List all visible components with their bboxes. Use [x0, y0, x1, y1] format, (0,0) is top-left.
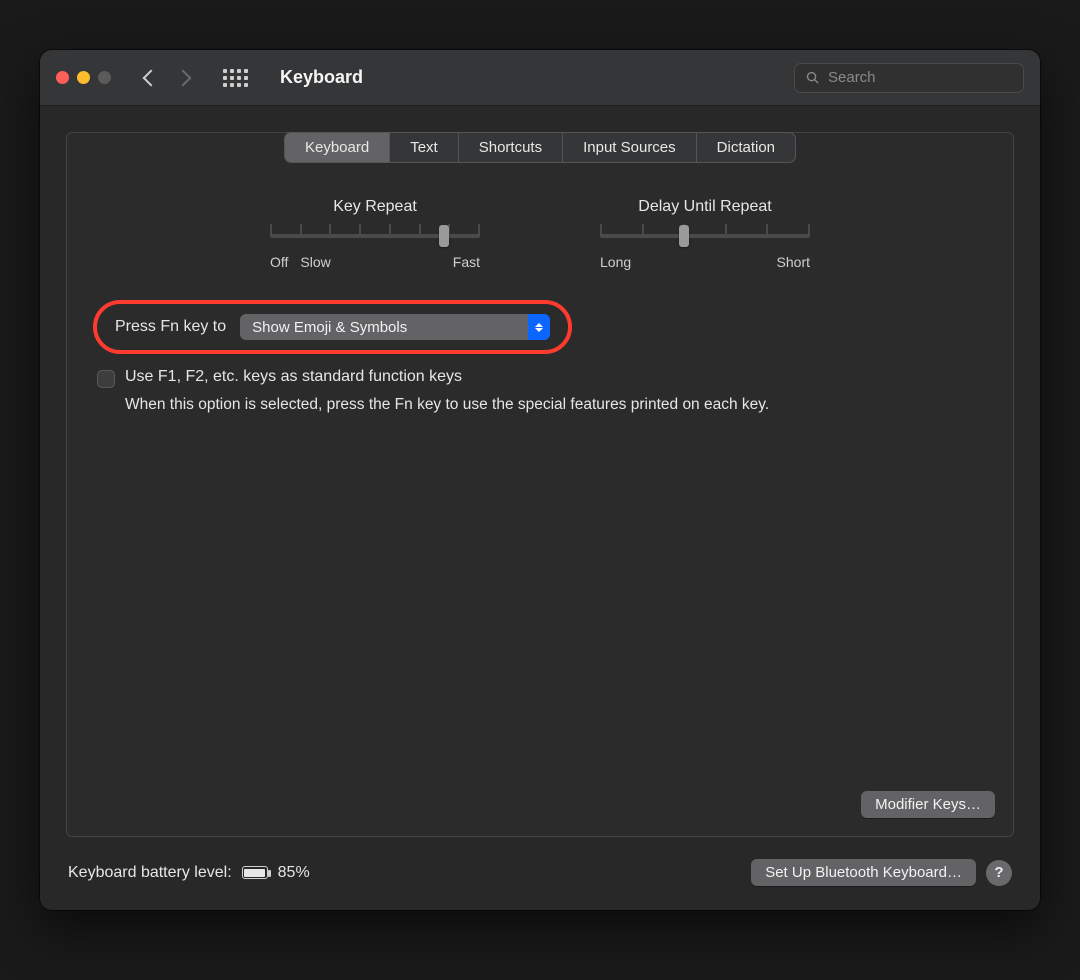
function-keys-option: Use F1, F2, etc. keys as standard functi… [97, 368, 983, 388]
battery-percent: 85% [278, 864, 310, 882]
settings-panel: Keyboard Text Shortcuts Input Sources Di… [66, 132, 1014, 837]
footer: Keyboard battery level: 85% Set Up Bluet… [66, 837, 1014, 890]
delay-long-label: Long [600, 254, 631, 270]
search-field[interactable] [794, 63, 1024, 93]
minimize-icon[interactable] [77, 71, 90, 84]
key-repeat-fast-label: Fast [453, 254, 480, 270]
key-repeat-edge-labels: Off Slow Fast [270, 254, 480, 270]
battery-label: Keyboard battery level: [68, 864, 232, 882]
back-icon[interactable] [143, 69, 160, 86]
search-icon [805, 70, 820, 85]
delay-edge-labels: Long Short [600, 254, 810, 270]
preferences-window: Keyboard Keyboard Text Shortcuts Input S… [40, 50, 1040, 910]
traffic-lights [56, 71, 111, 84]
window-body: Keyboard Text Shortcuts Input Sources Di… [40, 106, 1040, 910]
fn-key-setting-highlight: Press Fn key to Show Emoji & Symbols [93, 300, 572, 354]
tab-shortcuts[interactable]: Shortcuts [459, 133, 563, 162]
function-keys-description: When this option is selected, press the … [125, 394, 885, 416]
delay-repeat-slider[interactable] [600, 226, 810, 246]
all-prefs-icon[interactable] [223, 69, 248, 87]
modifier-keys-button[interactable]: Modifier Keys… [861, 791, 995, 818]
key-repeat-slider[interactable] [270, 226, 480, 246]
fn-key-popup[interactable]: Show Emoji & Symbols [240, 314, 550, 340]
key-repeat-off-label: Off [270, 254, 288, 270]
battery-icon [242, 866, 268, 879]
tab-dictation[interactable]: Dictation [697, 133, 795, 162]
function-keys-checkbox[interactable] [97, 370, 115, 388]
titlebar: Keyboard [40, 50, 1040, 106]
sliders-row: Key Repeat Off Slow Fast [85, 198, 995, 270]
search-input[interactable] [828, 69, 1027, 86]
tab-keyboard[interactable]: Keyboard [285, 133, 390, 162]
tab-input-sources[interactable]: Input Sources [563, 133, 697, 162]
setup-bluetooth-button[interactable]: Set Up Bluetooth Keyboard… [751, 859, 976, 886]
key-repeat-group: Key Repeat Off Slow Fast [270, 198, 480, 270]
zoom-icon [98, 71, 111, 84]
key-repeat-knob[interactable] [439, 225, 449, 247]
delay-repeat-group: Delay Until Repeat Long Short [600, 198, 810, 270]
popup-chevron-icon [528, 314, 550, 340]
close-icon[interactable] [56, 71, 69, 84]
delay-repeat-label: Delay Until Repeat [638, 198, 771, 216]
delay-repeat-knob[interactable] [679, 225, 689, 247]
fn-key-value: Show Emoji & Symbols [240, 319, 528, 336]
nav-arrows [145, 72, 189, 84]
tab-text[interactable]: Text [390, 133, 459, 162]
delay-short-label: Short [777, 254, 810, 270]
function-keys-label: Use F1, F2, etc. keys as standard functi… [125, 368, 462, 386]
forward-icon [175, 69, 192, 86]
window-title: Keyboard [280, 67, 363, 88]
key-repeat-label: Key Repeat [333, 198, 417, 216]
fn-key-label: Press Fn key to [115, 318, 226, 336]
tab-bar: Keyboard Text Shortcuts Input Sources Di… [284, 132, 796, 163]
key-repeat-slow-label: Slow [300, 254, 330, 270]
help-button[interactable]: ? [986, 860, 1012, 886]
